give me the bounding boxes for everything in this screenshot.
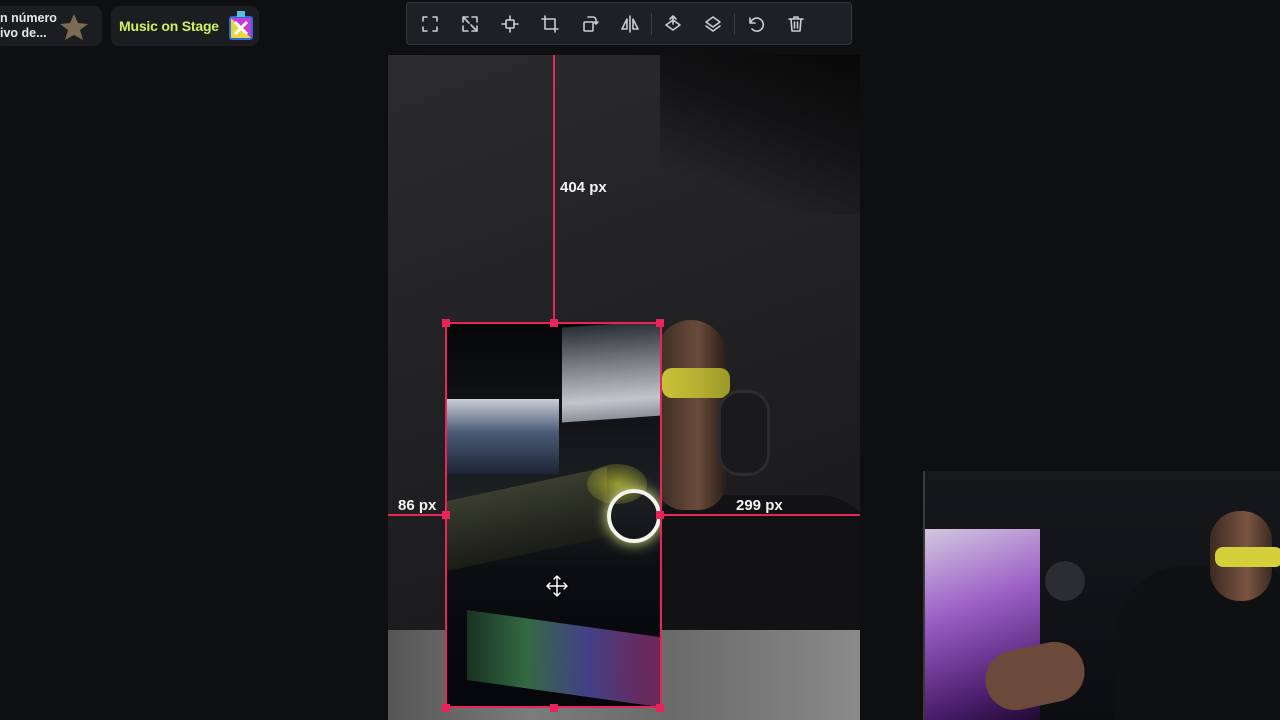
- fit-button[interactable]: [450, 4, 490, 44]
- center-button[interactable]: [490, 4, 530, 44]
- fit-icon: [462, 15, 478, 32]
- delete-button[interactable]: [776, 4, 816, 44]
- top-distance-label: 404 px: [560, 179, 607, 196]
- monitor-screen: [562, 324, 660, 423]
- undo-icon: [749, 16, 765, 32]
- microphone: [1045, 561, 1085, 601]
- rotate-button[interactable]: [570, 4, 610, 44]
- resize-handle-bottom-right[interactable]: [656, 704, 664, 712]
- crop-icon: [541, 14, 559, 33]
- send-backward-icon: [705, 15, 721, 32]
- selected-video-element[interactable]: [445, 322, 662, 708]
- element-toolbar: [406, 2, 852, 45]
- resize-handle-bottom[interactable]: [550, 704, 558, 712]
- right-distance-label: 299 px: [736, 497, 783, 514]
- rgb-keyboard: [467, 609, 660, 706]
- resize-handle-top[interactable]: [550, 319, 558, 327]
- left-distance-guide: [388, 514, 446, 516]
- left-distance-label: 86 px: [398, 497, 437, 514]
- toolbar-separator: [651, 12, 652, 35]
- fullscreen-icon: [422, 15, 438, 32]
- bring-forward-icon: [665, 14, 681, 31]
- ring-light: [607, 489, 660, 543]
- send-backward-button[interactable]: [693, 4, 733, 44]
- resize-handle-top-right[interactable]: [656, 319, 664, 327]
- right-distance-guide: [662, 514, 860, 516]
- recent-item-chip[interactable]: n número ivo de...: [0, 6, 102, 46]
- undo-button[interactable]: [736, 4, 776, 44]
- music-on-stage-chip[interactable]: Music on Stage: [111, 6, 259, 46]
- flip-button[interactable]: [610, 4, 650, 44]
- delete-icon: [788, 15, 804, 32]
- person-head: [656, 320, 726, 510]
- streamer-glasses: [1215, 547, 1280, 567]
- top-distance-guide: [553, 55, 555, 323]
- bring-forward-button[interactable]: [653, 4, 693, 44]
- resize-handle-left[interactable]: [442, 511, 450, 519]
- gift-badge-icon: [229, 11, 253, 40]
- music-on-stage-label: Music on Stage: [119, 18, 219, 34]
- laptop-screen: [447, 399, 559, 474]
- center-icon: [501, 14, 519, 33]
- recent-item-title: n número ivo de...: [0, 11, 57, 40]
- rotate-icon: [583, 15, 599, 32]
- toolbar-separator: [734, 12, 735, 35]
- move-cursor-icon: [545, 574, 569, 598]
- webcam-overlay[interactable]: [923, 471, 1280, 720]
- star-icon: [60, 14, 88, 40]
- fullscreen-button[interactable]: [410, 4, 450, 44]
- laptop: [447, 466, 607, 572]
- crop-button[interactable]: [530, 4, 570, 44]
- resize-handle-right[interactable]: [656, 511, 664, 519]
- yellow-glasses: [662, 368, 730, 398]
- flip-icon: [621, 14, 639, 33]
- headphones: [718, 390, 770, 476]
- resize-handle-bottom-left[interactable]: [442, 704, 450, 712]
- person-body: [638, 495, 860, 635]
- resize-handle-top-left[interactable]: [442, 319, 450, 327]
